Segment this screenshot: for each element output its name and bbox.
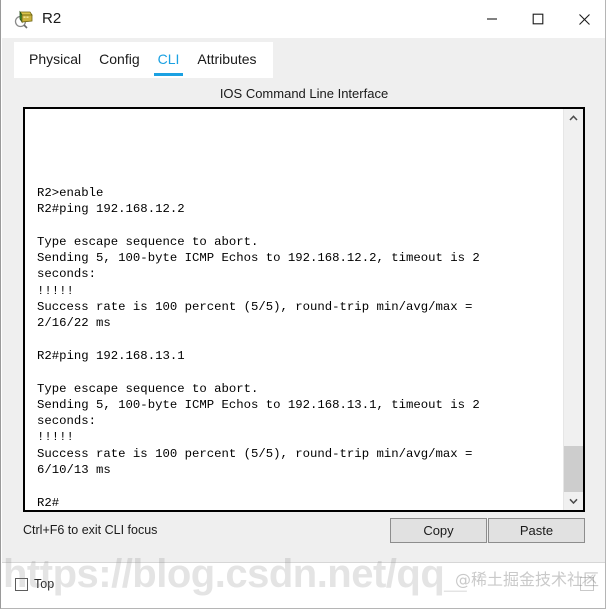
panel-header-title: IOS Command Line Interface [219,86,389,101]
resize-grip-icon[interactable] [580,577,594,591]
terminal-container: R2>enable R2#ping 192.168.12.2 Type esca… [23,107,585,512]
paste-button[interactable]: Paste [488,518,585,543]
window-controls [469,0,605,38]
tab-attributes[interactable]: Attributes [197,47,256,73]
scroll-down-icon[interactable] [564,492,583,510]
top-checkbox-label: Top [34,577,55,591]
maximize-button[interactable] [515,0,561,38]
top-checkbox[interactable] [15,577,28,591]
close-button[interactable] [561,0,605,38]
tab-bar: Physical Config CLI Attributes [14,42,257,78]
terminal-text: R2>enable R2#ping 192.168.12.2 Type esca… [37,186,480,510]
cli-focus-hint: Ctrl+F6 to exit CLI focus [23,523,158,537]
terminal-top-spacer [37,115,559,185]
window-title: R2 [42,10,62,27]
bottom-bar: Top [2,562,605,608]
terminal-scrollbar[interactable] [563,109,583,510]
tab-cli[interactable]: CLI [153,47,184,76]
minimize-button[interactable] [469,0,515,38]
top-checkbox-group[interactable]: Top [15,577,54,591]
tab-config[interactable]: Config [99,47,139,73]
maximize-icon [532,13,544,25]
minimize-icon [487,18,497,20]
scroll-up-icon[interactable] [564,109,583,127]
scrollbar-thumb[interactable] [564,446,583,492]
terminal-output[interactable]: R2>enable R2#ping 192.168.12.2 Type esca… [25,109,563,510]
copy-button[interactable]: Copy [390,518,487,543]
router-device-icon [14,9,34,29]
scrollbar-track[interactable] [564,127,583,492]
cli-window: R2 Physical Config CLI Attributes IOS Co… [0,0,606,609]
close-icon [578,13,590,25]
tab-physical[interactable]: Physical [29,47,81,73]
titlebar-left-group: R2 [1,9,469,29]
window-titlebar: R2 [1,0,605,38]
